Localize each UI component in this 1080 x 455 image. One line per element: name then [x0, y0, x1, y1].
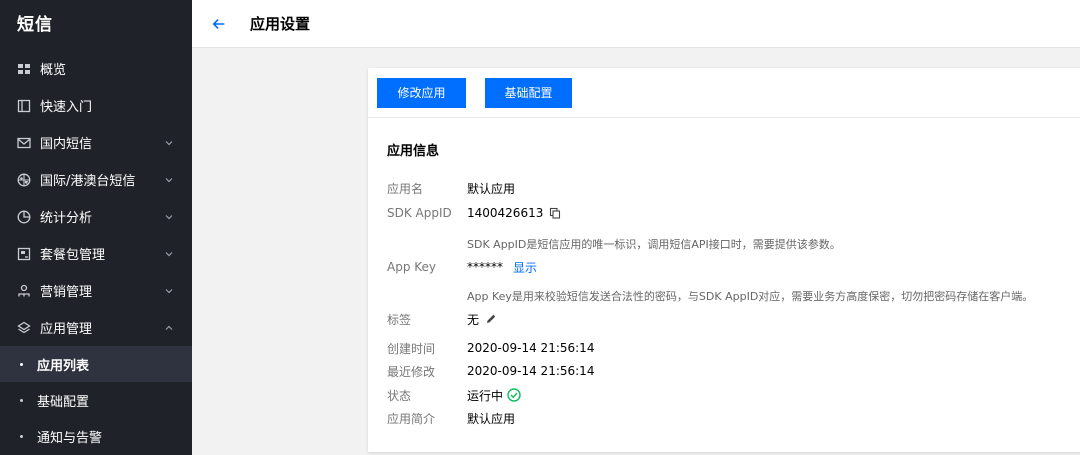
modified-label: 最近修改 — [387, 364, 436, 379]
appid-label: SDK AppID — [387, 206, 452, 220]
sidebar-item-statistics[interactable]: 统计分析 — [0, 198, 192, 235]
basic-config-button[interactable]: 基础配置 — [485, 77, 572, 108]
sidebar-item-label: 套餐包管理 — [40, 248, 106, 263]
sidebar-item-intl-sms[interactable]: 国际/港澳台短信 — [0, 161, 192, 198]
copy-icon[interactable] — [549, 207, 561, 219]
description-value: 默认应用 — [467, 411, 516, 426]
app-settings-panel: 修改应用 基础配置 应用信息 应用名 默认应用 SDK AppID 140042… — [368, 68, 1080, 452]
layers-icon — [17, 321, 31, 335]
chevron-down-icon — [165, 214, 173, 219]
book-icon — [17, 99, 31, 113]
modified-value: 2020-09-14 21:56:14 — [467, 364, 595, 378]
page-title: 应用设置 — [250, 15, 311, 33]
sidebar-item-label: 快速入门 — [40, 100, 93, 115]
chevron-down-icon — [165, 177, 173, 182]
sidebar-item-marketing[interactable]: 营销管理 — [0, 272, 192, 309]
chevron-up-icon — [165, 325, 173, 330]
sidebar-subitem-notifications[interactable]: 通知与告警 — [0, 418, 192, 454]
created-row: 创建时间 2020-09-14 21:56:14 — [387, 339, 594, 357]
sidebar-item-packages[interactable]: 套餐包管理 — [0, 235, 192, 272]
appkey-hint: App Key是用来校验短信发送合法性的密码，与SDK AppID对应，需要业务… — [467, 290, 1034, 303]
sidebar-item-label: 应用管理 — [40, 322, 93, 337]
section-title: 应用信息 — [387, 144, 440, 159]
description-row: 应用简介 默认应用 — [387, 409, 515, 427]
sidebar-item-app-management[interactable]: 应用管理 — [0, 309, 192, 346]
chevron-down-icon — [165, 140, 173, 145]
back-arrow-icon[interactable] — [210, 15, 228, 33]
description-label: 应用简介 — [387, 411, 436, 426]
sidebar: 短信 概览 快速入门 国内短信 国际/港澳台短信 统计分析 套餐包管理 营销管理… — [0, 0, 192, 455]
sidebar-item-domestic-sms[interactable]: 国内短信 — [0, 124, 192, 161]
users-icon — [17, 284, 31, 298]
sidebar-item-quickstart[interactable]: 快速入门 — [0, 87, 192, 124]
appkey-value: ****** — [467, 260, 503, 274]
sidebar-item-label: 概览 — [40, 63, 67, 78]
sidebar-subitem-label: 基础配置 — [37, 394, 90, 410]
modified-row: 最近修改 2020-09-14 21:56:14 — [387, 362, 594, 380]
created-label: 创建时间 — [387, 341, 436, 356]
sidebar-subitem-label: 应用列表 — [37, 358, 90, 374]
tag-row: 标签 无 — [387, 310, 497, 328]
chevron-down-icon — [165, 288, 173, 293]
bullet-icon — [20, 434, 23, 438]
mail-icon — [17, 136, 31, 150]
grid-icon — [17, 62, 31, 76]
pie-chart-icon — [17, 210, 31, 224]
sidebar-brand: 短信 — [17, 15, 53, 35]
sidebar-item-label: 统计分析 — [40, 211, 93, 226]
app-name-row: 应用名 默认应用 — [387, 179, 515, 197]
sidebar-item-overview[interactable]: 概览 — [0, 50, 192, 87]
edit-app-button[interactable]: 修改应用 — [377, 77, 466, 108]
status-row: 状态 运行中 — [387, 386, 521, 404]
sidebar-subitem-label: 通知与告警 — [37, 430, 103, 446]
bullet-icon — [20, 398, 23, 402]
sidebar-subitem-basic-config[interactable]: 基础配置 — [0, 382, 192, 418]
appid-value: 1400426613 — [467, 206, 544, 220]
check-circle-icon — [507, 388, 521, 402]
sidebar-item-label: 营销管理 — [40, 285, 93, 300]
sidebar-item-label: 国际/港澳台短信 — [40, 174, 136, 189]
chevron-down-icon — [165, 251, 173, 256]
appid-row: SDK AppID 1400426613 — [387, 204, 561, 222]
status-value: 运行中 — [467, 388, 504, 403]
appkey-row: App Key ****** 显示 — [387, 258, 537, 276]
sidebar-item-label: 国内短信 — [40, 137, 93, 152]
show-appkey-link[interactable]: 显示 — [513, 259, 537, 276]
tag-value: 无 — [467, 312, 480, 327]
status-label: 状态 — [387, 388, 412, 403]
page-header: 应用设置 — [192, 0, 1080, 48]
package-icon — [17, 247, 31, 261]
sidebar-subitem-app-list[interactable]: 应用列表 — [0, 346, 192, 382]
tag-label: 标签 — [387, 312, 412, 327]
appid-hint: SDK AppID是短信应用的唯一标识，调用短信API接口时，需要提供该参数。 — [467, 238, 841, 251]
app-name-value: 默认应用 — [467, 181, 516, 196]
appkey-label: App Key — [387, 260, 437, 274]
bullet-icon — [20, 362, 23, 366]
app-name-label: 应用名 — [387, 181, 424, 196]
toolbar: 修改应用 基础配置 — [368, 68, 1080, 118]
created-value: 2020-09-14 21:56:14 — [467, 341, 595, 355]
globe-icon — [17, 173, 31, 187]
edit-pencil-icon[interactable] — [485, 313, 497, 325]
